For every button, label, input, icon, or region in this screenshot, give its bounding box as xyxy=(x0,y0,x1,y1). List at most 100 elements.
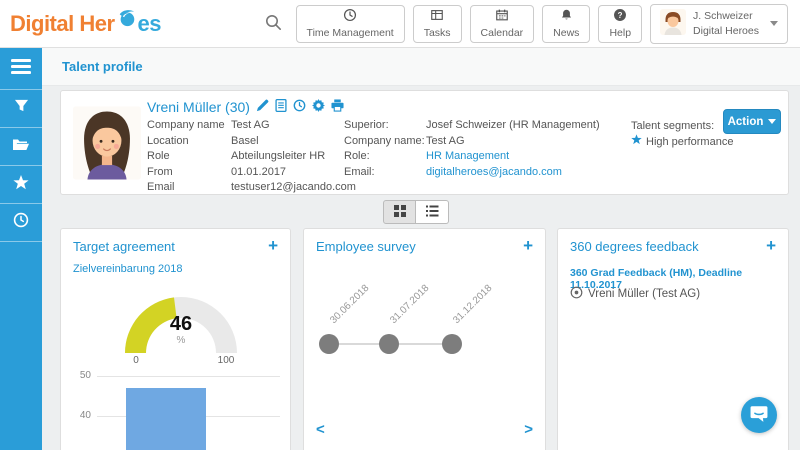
app-window: Digital Heres Time Management Tasks Cale… xyxy=(0,0,800,450)
star-icon xyxy=(631,134,642,150)
gear-icon xyxy=(312,99,325,115)
sidebar-item-favorites[interactable] xyxy=(0,166,42,204)
clock-icon xyxy=(293,99,306,115)
notes-button[interactable] xyxy=(275,99,287,115)
talent-segment-label: High performance xyxy=(646,134,733,150)
left-sidebar xyxy=(0,48,42,450)
gauge-value: 46 xyxy=(119,313,243,336)
tasks-icon xyxy=(430,8,444,25)
profile-labels-right: Superior: Company name: Role: Email: xyxy=(344,118,425,180)
profile-values-left: Test AG Basel Abteilungsleiter HR 01.01.… xyxy=(231,118,356,196)
nav-tasks[interactable]: Tasks xyxy=(413,5,462,43)
gridline-label: 50 xyxy=(65,370,91,381)
user-avatar xyxy=(660,9,686,38)
grid-view-button[interactable] xyxy=(383,200,416,224)
detail-label: From xyxy=(147,165,225,181)
timeline-milestone-dot[interactable] xyxy=(442,334,462,354)
nav-calendar[interactable]: Calendar xyxy=(470,5,535,43)
detail-label: Role: xyxy=(344,149,425,165)
top-bar: Digital Heres Time Management Tasks Cale… xyxy=(0,0,800,48)
gridline xyxy=(97,376,280,377)
page-title: Talent profile xyxy=(62,59,143,74)
nav-label: Help xyxy=(609,27,631,39)
nav-label: News xyxy=(553,27,579,39)
user-info: J. Schweizer Digital Heroes xyxy=(693,9,759,37)
detail-value: Basel xyxy=(231,134,356,150)
talent-segments-label: Talent segments: xyxy=(631,118,733,134)
page-title-bar: Talent profile xyxy=(42,48,800,86)
milestone-date: 30.06.2018 xyxy=(328,283,371,326)
view-toggle xyxy=(383,200,449,224)
add-feedback-button[interactable]: + xyxy=(764,235,778,256)
history-icon xyxy=(13,212,29,233)
timeline-milestone-dot[interactable] xyxy=(319,334,339,354)
target-agreement-link[interactable]: Zielvereinbarung 2018 xyxy=(73,263,182,275)
action-button[interactable]: Action xyxy=(723,109,781,134)
notes-icon xyxy=(275,99,287,115)
profile-name-row: Vreni Müller (30) xyxy=(147,99,344,115)
profile-avatar xyxy=(73,100,141,191)
list-view-icon xyxy=(426,205,439,220)
bar-series-value[interactable] xyxy=(126,388,206,450)
detail-value: Test AG xyxy=(231,118,356,134)
print-icon xyxy=(331,99,344,115)
card-title: Employee survey xyxy=(316,239,416,254)
print-button[interactable] xyxy=(331,99,344,115)
detail-label: Company name xyxy=(147,118,225,134)
add-target-agreement-button[interactable]: + xyxy=(266,235,280,256)
nav-label: Time Management xyxy=(307,27,394,39)
action-button-label: Action xyxy=(728,116,764,128)
detail-label: Role xyxy=(147,149,225,165)
detail-label: Email xyxy=(147,180,225,196)
app-logo: Digital Heres xyxy=(10,8,161,40)
sidebar-item-menu[interactable] xyxy=(0,48,42,90)
nav-label: Tasks xyxy=(424,27,451,39)
search-button[interactable] xyxy=(261,10,286,38)
detail-value: Test AG xyxy=(426,134,600,150)
feedback-entry: Vreni Müller (Test AG) xyxy=(570,286,700,302)
history-button[interactable] xyxy=(293,99,306,115)
svg-text:?: ? xyxy=(618,11,623,20)
settings-button[interactable] xyxy=(312,99,325,115)
chevron-down-icon xyxy=(768,119,776,124)
sidebar-item-filter[interactable] xyxy=(0,90,42,128)
star-icon xyxy=(13,175,29,195)
employee-survey-card: Employee survey + 30.06.2018 31.07.2018 … xyxy=(303,228,546,450)
nav-help[interactable]: ? Help xyxy=(598,5,642,43)
target-agreement-card: Target agreement + Zielvereinbarung 2018… xyxy=(60,228,291,450)
user-menu-button[interactable]: J. Schweizer Digital Heroes xyxy=(650,4,788,44)
milestone-date: 31.07.2018 xyxy=(388,283,431,326)
hamburger-icon xyxy=(11,59,31,79)
edit-profile-button[interactable] xyxy=(256,99,269,115)
detail-value: 01.01.2017 xyxy=(231,165,356,181)
timeline-milestone-dot[interactable] xyxy=(379,334,399,354)
chat-widget-button[interactable] xyxy=(741,397,777,433)
comet-icon xyxy=(115,8,138,40)
prev-button[interactable]: < xyxy=(312,419,329,440)
detail-value: testuser12@jacando.com xyxy=(231,180,356,196)
detail-label: Superior: xyxy=(344,118,425,134)
list-view-button[interactable] xyxy=(416,200,449,224)
logo-text-blue: es xyxy=(138,11,161,37)
gridline-label: 40 xyxy=(65,410,91,421)
superior-role-link[interactable]: HR Management xyxy=(426,149,600,165)
filter-icon xyxy=(14,99,29,118)
feedback-entry-label: Vreni Müller (Test AG) xyxy=(588,288,700,300)
add-employee-survey-button[interactable]: + xyxy=(521,235,535,256)
profile-values-right: Josef Schweizer (HR Management) Test AG … xyxy=(426,118,600,180)
sidebar-item-documents[interactable] xyxy=(0,128,42,166)
detail-label: Location xyxy=(147,134,225,150)
chevron-down-icon xyxy=(770,21,778,26)
sidebar-item-history[interactable] xyxy=(0,204,42,242)
next-button[interactable]: > xyxy=(520,419,537,440)
folder-icon xyxy=(12,137,30,156)
edit-icon xyxy=(256,99,269,115)
search-icon xyxy=(265,19,282,34)
superior-email-link[interactable]: digitalheroes@jacando.com xyxy=(426,165,600,181)
nav-time-management[interactable]: Time Management xyxy=(296,5,405,43)
nav-news[interactable]: News xyxy=(542,5,590,43)
clock-icon xyxy=(343,8,357,25)
detail-label: Email: xyxy=(344,165,425,181)
talent-segments: Talent segments: High performance xyxy=(631,118,733,150)
profile-name: Vreni Müller (30) xyxy=(147,99,250,115)
